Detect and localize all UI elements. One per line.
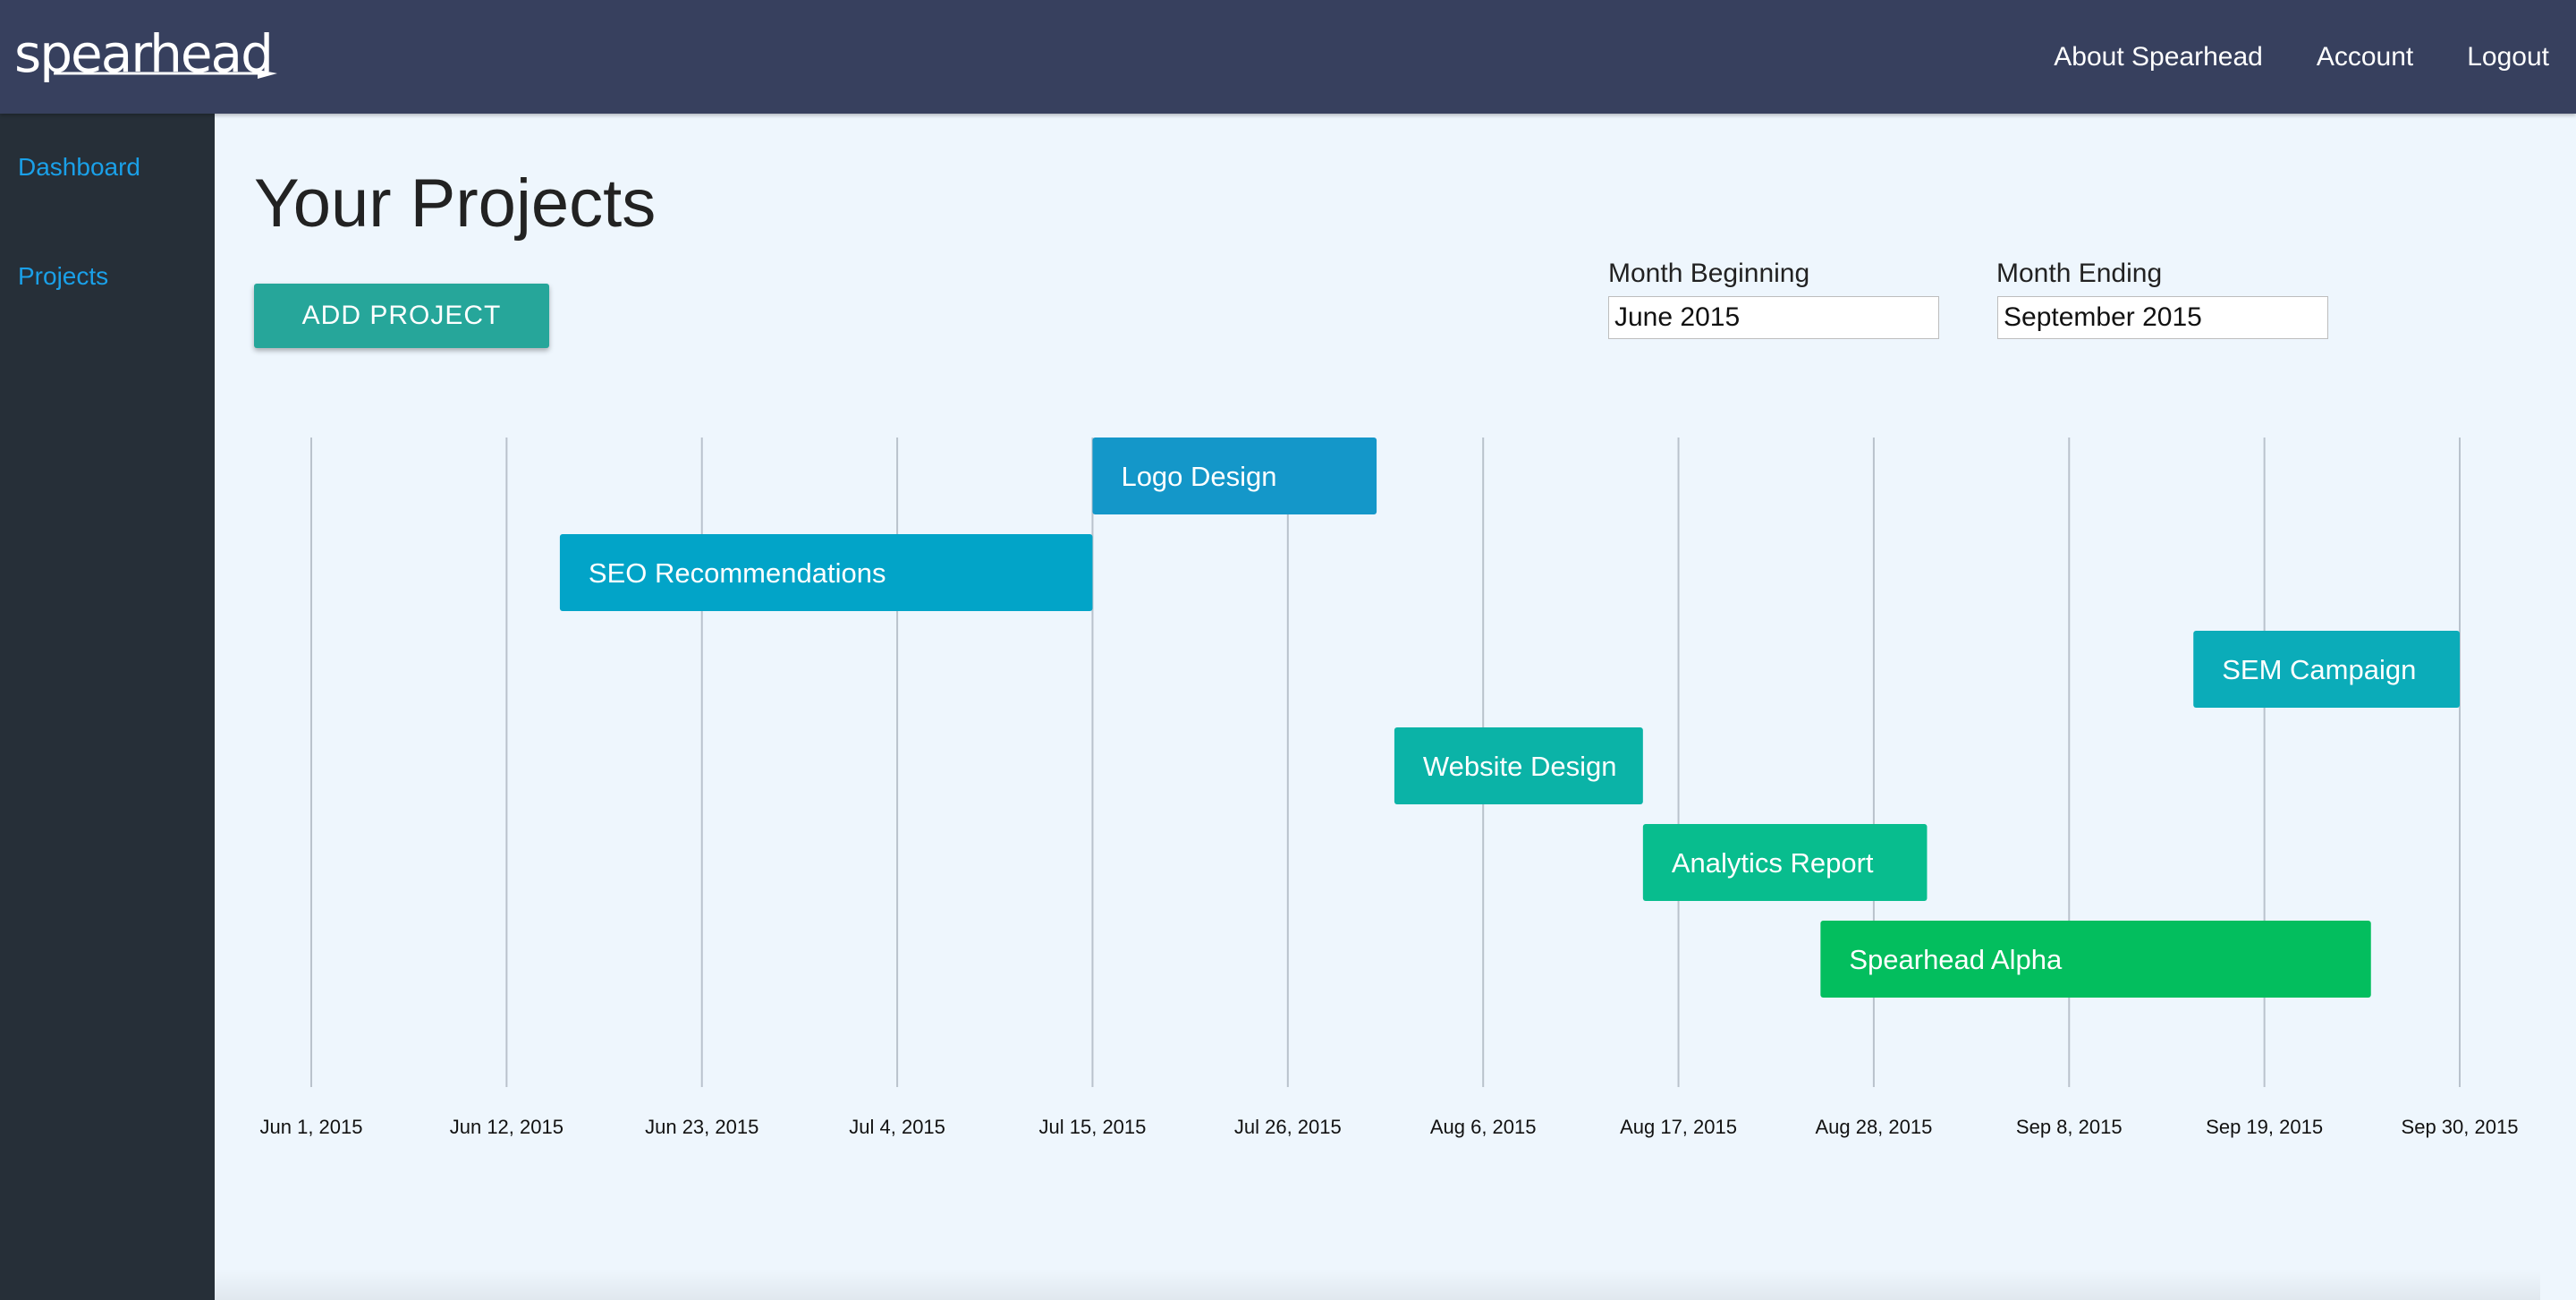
x-axis-tick-label: Sep 30, 2015 [2402, 1116, 2519, 1138]
project-timeline-chart: Jun 1, 2015 Jun 12, 2015 Jun 23, 2015 Jul 4… [215, 114, 2576, 1187]
x-axis-tick-label: Sep 8, 2015 [2016, 1116, 2123, 1138]
spearhead-logo[interactable]: spearhead [14, 18, 277, 89]
spear-icon [54, 70, 277, 79]
project-bar-label: Website Design [1423, 751, 1617, 782]
footer-shadow [215, 1269, 2540, 1300]
top-navbar: spearhead About Spearhead Account Logout [0, 0, 2576, 114]
project-bar[interactable]: Analytics Report [1642, 824, 1928, 901]
project-bar-label: Analytics Report [1672, 847, 1874, 879]
top-nav-links: About Spearhead Account Logout [2054, 0, 2549, 114]
timeline-svg: Jun 1, 2015 Jun 12, 2015 Jun 23, 2015 Jul 4… [260, 438, 2519, 1138]
project-bar[interactable]: SEO Recommendations [559, 534, 1093, 611]
project-bar-label: SEM Campaign [2222, 654, 2416, 685]
project-bar-label: Logo Design [1121, 461, 1276, 492]
sidebar: Dashboard Projects [0, 114, 215, 1300]
project-bar[interactable]: Spearhead Alpha [1820, 921, 2371, 998]
project-bar[interactable]: SEM Campaign [2193, 631, 2460, 708]
sidebar-item-projects[interactable]: Projects [18, 262, 108, 291]
nav-logout-link[interactable]: Logout [2467, 42, 2549, 72]
x-axis-tick-label: Jul 4, 2015 [849, 1116, 945, 1138]
nav-about-link[interactable]: About Spearhead [2054, 42, 2263, 72]
project-bar[interactable]: Logo Design [1092, 438, 1377, 514]
x-axis-tick-label: Jun 12, 2015 [450, 1116, 564, 1138]
project-bar-label: Spearhead Alpha [1849, 944, 2063, 975]
x-axis-tick-label: Jul 15, 2015 [1039, 1116, 1147, 1138]
nav-account-link[interactable]: Account [2317, 42, 2413, 72]
x-axis-tick-label: Aug 6, 2015 [1430, 1116, 1537, 1138]
project-bar-label: SEO Recommendations [589, 557, 886, 589]
x-axis-tick-label: Aug 28, 2015 [1815, 1116, 1932, 1138]
x-axis-tick-label: Jul 26, 2015 [1234, 1116, 1342, 1138]
x-axis-tick-label: Sep 19, 2015 [2206, 1116, 2323, 1138]
x-axis-tick-label: Jun 23, 2015 [645, 1116, 758, 1138]
x-axis-tick-label: Aug 17, 2015 [1620, 1116, 1737, 1138]
sidebar-item-dashboard[interactable]: Dashboard [18, 153, 140, 182]
x-axis-tick-label: Jun 1, 2015 [260, 1116, 363, 1138]
project-bar[interactable]: Website Design [1394, 727, 1643, 804]
